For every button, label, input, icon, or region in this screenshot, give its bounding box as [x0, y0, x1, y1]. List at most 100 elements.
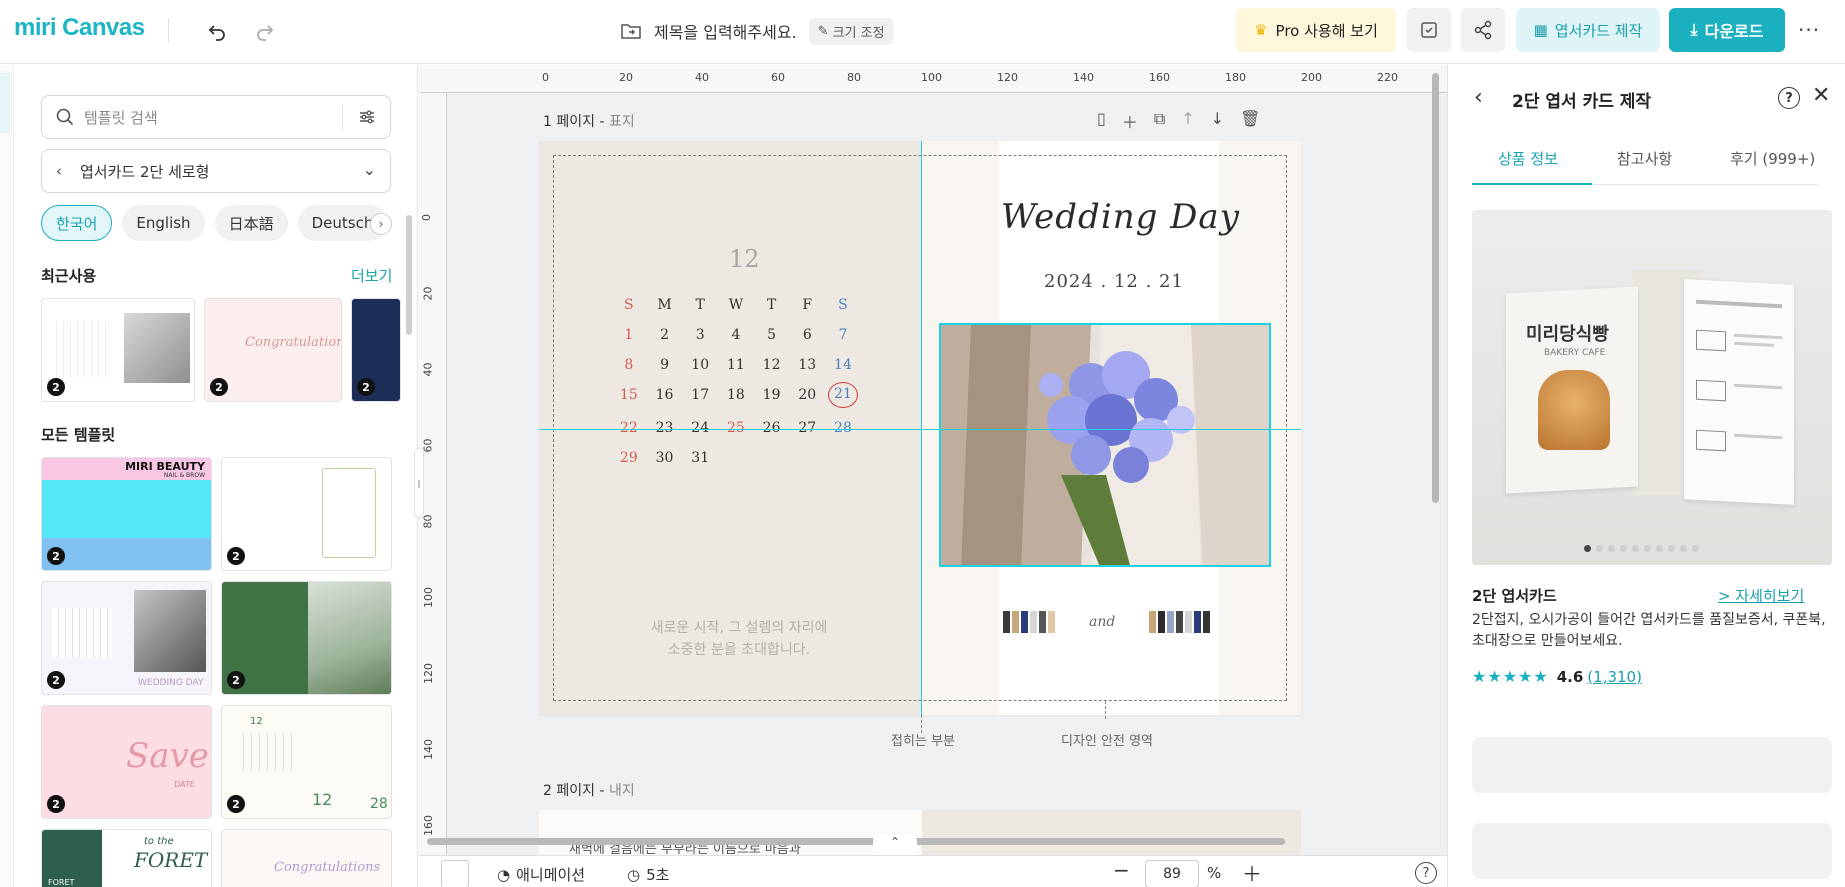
- delete-page-icon[interactable]: 🗑: [1240, 109, 1260, 133]
- ruler-icon: ✎: [817, 23, 829, 39]
- undo-button[interactable]: [204, 18, 230, 44]
- template-search-input[interactable]: 템플릿 검색: [41, 95, 391, 139]
- share-button[interactable]: [1461, 8, 1505, 52]
- more-menu-button[interactable]: ···: [1798, 18, 1820, 42]
- resize-label: 크기 조정: [832, 25, 885, 41]
- rating-count[interactable]: (1,310): [1587, 668, 1642, 686]
- page-memo-icon[interactable]: ▯: [1097, 109, 1106, 133]
- carousel-dot[interactable]: [1584, 545, 1591, 552]
- recent-template-3[interactable]: 2: [351, 298, 401, 402]
- document-title-input[interactable]: 제목을 입력해주세요.: [654, 19, 797, 43]
- fold-area-label: 접히는 부분: [891, 734, 955, 749]
- carousel-dot[interactable]: [1692, 545, 1699, 552]
- page-count-badge: 2: [227, 795, 245, 813]
- template-save-date[interactable]: Save DATE 2: [41, 705, 212, 819]
- carousel-dot[interactable]: [1620, 545, 1627, 552]
- animation-button[interactable]: ◔ 애니메이션: [497, 864, 585, 885]
- panel-collapse-handle[interactable]: ‖: [414, 448, 424, 518]
- template-congrats[interactable]: Congratulations: [221, 829, 392, 887]
- help-icon: ?: [1422, 865, 1430, 881]
- page-2-name[interactable]: 내지: [609, 783, 635, 799]
- add-page-icon[interactable]: ＋: [1122, 109, 1138, 133]
- download-button[interactable]: ⤓ 다운로드: [1669, 8, 1785, 52]
- product-description: 2단접지, 오시가공이 들어간 엽서카드를 품질보증서, 쿠폰북, 초대장으로 …: [1472, 612, 1826, 649]
- tab-notes[interactable]: 참고사항: [1617, 148, 1672, 169]
- chevron-right-icon[interactable]: ›: [370, 213, 392, 235]
- ruler-tick: 140: [422, 739, 435, 760]
- download-label: 다운로드: [1704, 22, 1764, 41]
- page-count-badge: 2: [47, 671, 65, 689]
- carousel-dot[interactable]: [1632, 545, 1639, 552]
- product-image-carousel[interactable]: 미리당식빵 BAKERY CAFE: [1472, 210, 1832, 565]
- ruler-tick: 200: [1301, 71, 1322, 84]
- carousel-dot[interactable]: [1596, 545, 1603, 552]
- duplicate-page-icon[interactable]: ⧉: [1154, 109, 1165, 133]
- tab-product-info[interactable]: 상품 정보: [1498, 148, 1558, 169]
- move-up-icon[interactable]: ↑: [1181, 109, 1194, 133]
- product-name: 2단 엽서카드: [1472, 587, 1557, 605]
- template-text: Congratulations: [245, 335, 342, 350]
- filter-sliders-icon: [359, 110, 374, 124]
- detail-link[interactable]: > 자세히보기: [1718, 585, 1804, 606]
- carousel-dot[interactable]: [1608, 545, 1615, 552]
- template-green-frame[interactable]: 2: [221, 457, 392, 571]
- carousel-dot[interactable]: [1644, 545, 1651, 552]
- fold-guide-line: [921, 141, 922, 715]
- miricanvas-logo[interactable]: miri Canvas: [14, 14, 145, 42]
- page-2-number: 2 페이지 -: [543, 783, 605, 799]
- carousel-dot[interactable]: [1656, 545, 1663, 552]
- make-postcard-button[interactable]: ▦ 엽서카드 제작: [1516, 8, 1660, 52]
- chevron-up-icon[interactable]: ⌃: [873, 835, 917, 855]
- template-foret[interactable]: FORET to the FORET: [41, 829, 212, 887]
- loading-placeholder: [1472, 823, 1832, 879]
- ruler-tick: 0: [542, 71, 549, 84]
- category-select[interactable]: ‹ 엽서카드 2단 세로형 ⌄: [41, 149, 391, 193]
- canvas-horizontal-scrollbar[interactable]: [427, 838, 1285, 845]
- pro-trial-button[interactable]: ♛ Pro 사용해 보기: [1236, 8, 1396, 52]
- template-green-photo[interactable]: 2: [221, 581, 392, 695]
- card-mockup-right: [1684, 279, 1794, 505]
- carousel-dot[interactable]: [1668, 545, 1675, 552]
- template-panel-scrollbar[interactable]: [406, 215, 412, 335]
- recent-template-1[interactable]: 2: [41, 298, 195, 402]
- close-icon[interactable]: ✕: [1812, 83, 1830, 108]
- carousel-dot[interactable]: [1680, 545, 1687, 552]
- side-nav-active-item[interactable]: [0, 73, 10, 133]
- page-thumbnail-toggle[interactable]: [441, 860, 469, 887]
- template-miri-beauty[interactable]: MIRI BEAUTY NAIL & BROW 2: [41, 457, 212, 571]
- back-chevron-icon[interactable]: ‹: [1474, 85, 1483, 110]
- template-text: NAIL & BROW: [163, 472, 205, 479]
- page-1-sheet[interactable]: 12 S M T W T F S 1 2 3 4 5 6 7 8 9 10 11 12 13 14 15 16 17 18 19 2…: [539, 141, 1301, 715]
- page-1-name[interactable]: 표지: [609, 114, 635, 130]
- recent-template-2[interactable]: Congratulations 2: [204, 298, 342, 402]
- recent-more-link[interactable]: 더보기: [351, 265, 392, 286]
- zoom-input[interactable]: 89: [1145, 860, 1199, 887]
- redo-button[interactable]: [252, 18, 278, 44]
- canvas-vertical-scrollbar[interactable]: [1432, 73, 1439, 503]
- redo-icon: [257, 25, 274, 41]
- lang-chip-japanese[interactable]: 日本語: [214, 205, 288, 241]
- save-check-icon: [1421, 22, 1437, 38]
- filter-button[interactable]: [342, 104, 390, 130]
- design-safe-area: [553, 155, 1287, 701]
- question-icon[interactable]: ?: [1778, 87, 1800, 109]
- folder-move-icon[interactable]: [620, 21, 642, 41]
- template-green-calendar[interactable]: 12 12 28 2: [221, 705, 392, 819]
- calendar-thumb: [50, 321, 112, 377]
- lang-chip-english[interactable]: English: [122, 205, 205, 241]
- template-wedding-day[interactable]: WEDDING DAY 2: [41, 581, 212, 695]
- page-toolbar: ▯ ＋ ⧉ ↑ ↓ 🗑: [1097, 109, 1260, 133]
- save-button[interactable]: [1407, 8, 1451, 52]
- chevron-left-icon[interactable]: ‹: [56, 162, 62, 180]
- ruler-tick: 120: [997, 71, 1018, 84]
- zoom-in-button[interactable]: ＋: [1242, 858, 1262, 887]
- move-down-icon[interactable]: ↓: [1211, 109, 1224, 133]
- lang-chip-korean[interactable]: 한국어: [41, 205, 113, 241]
- resize-button[interactable]: ✎ 크기 조정: [808, 17, 894, 45]
- help-button[interactable]: ?: [1415, 862, 1437, 884]
- zoom-out-button[interactable]: −: [1113, 858, 1130, 882]
- search-icon: [56, 108, 74, 126]
- tab-reviews[interactable]: 후기 (999+): [1730, 148, 1815, 169]
- carousel-dots[interactable]: [1584, 545, 1699, 552]
- duration-button[interactable]: ◷ 5초: [627, 864, 669, 885]
